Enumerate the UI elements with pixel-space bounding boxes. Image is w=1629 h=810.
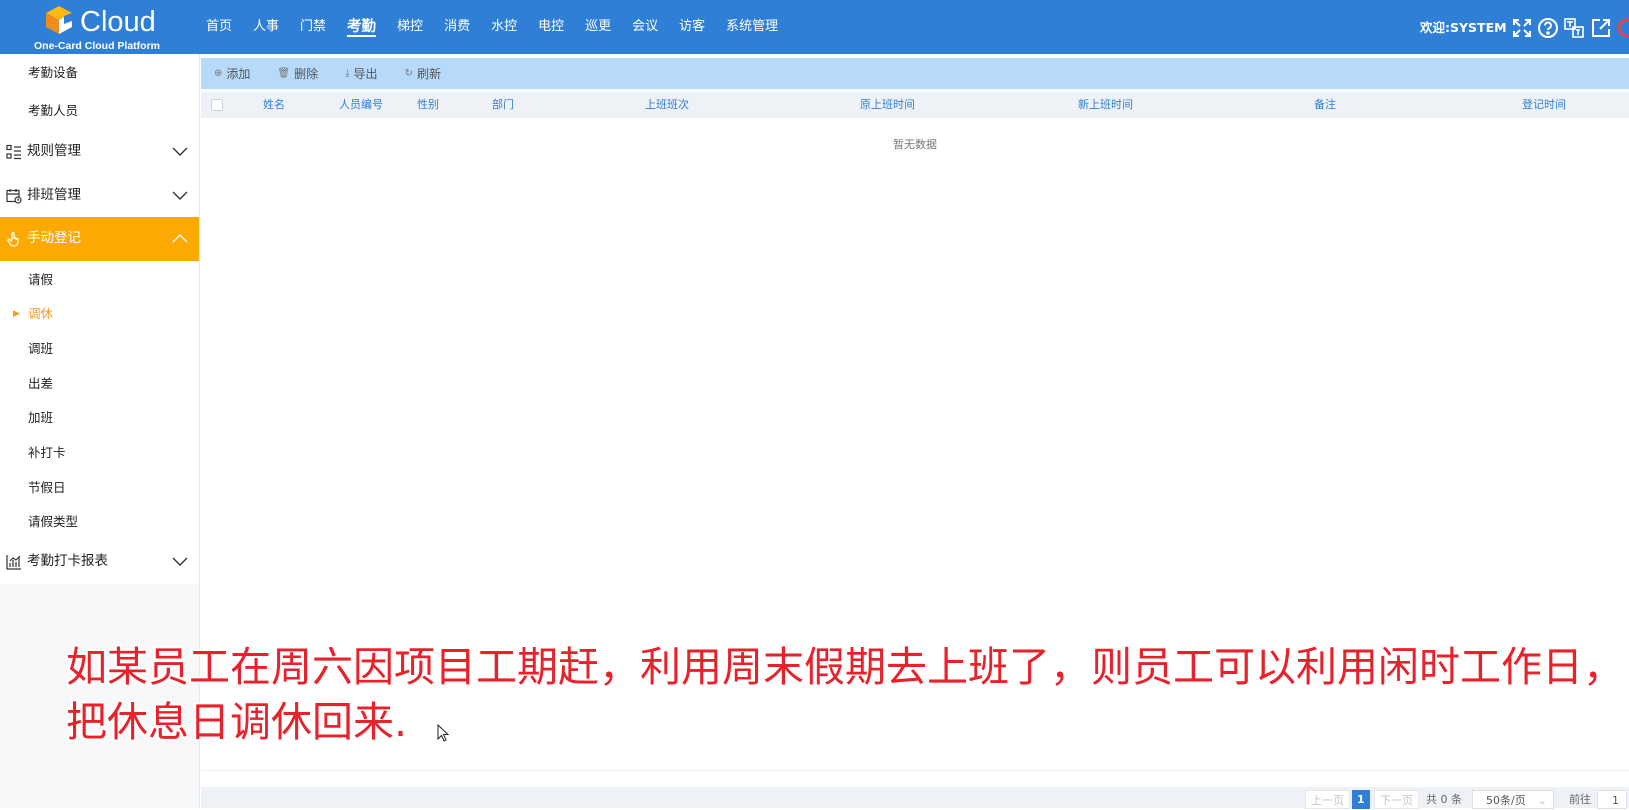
list-icon (6, 144, 21, 160)
table-header: 姓名 人员编号 性别 部门 上班班次 原上班时间 新上班时间 备注 登记时间 (201, 92, 1629, 118)
video-caption: 如某员工在周六因项目工期赶，利用周末假期去上班了，则员工可以利用闲时工作日， 把… (66, 640, 1624, 750)
delete-button-label: 删除 (294, 67, 319, 81)
column-header-staff-no[interactable]: 人员编号 (339, 92, 383, 118)
add-button[interactable]: ⊕ 添加 (214, 65, 250, 82)
goto-page-input[interactable]: 1 (1597, 790, 1627, 809)
sidebar-item-overtime[interactable]: 加班 (0, 401, 199, 436)
sidebar-top-items: 考勤设备 考勤人员 (0, 54, 199, 130)
sidebar-item-label: 调休 (28, 306, 54, 322)
column-header-remark[interactable]: 备注 (1314, 92, 1336, 118)
trash-icon: 🗑 (277, 68, 291, 79)
plus-circle-icon: ⊕ (214, 68, 223, 79)
brand-subtitle: One-Card Cloud Platform (34, 40, 161, 52)
external-link-icon[interactable] (1590, 17, 1612, 39)
nav-water[interactable]: 水控 (491, 0, 517, 54)
manual-register-submenu: 请假 ▶ 调休 调班 出差 加班 补打卡 节假日 请假类型 (0, 260, 199, 540)
chevron-down-icon: ⌄ (1537, 794, 1547, 807)
refresh-button[interactable]: ↻ 刷新 (405, 65, 441, 82)
caption-line-2: 把休息日调休回来. (66, 698, 408, 746)
chevron-up-icon (172, 234, 188, 243)
sidebar-group-manual-register[interactable]: 手动登记 (0, 217, 199, 261)
sidebar-item-leave-types[interactable]: 请假类型 (0, 505, 199, 540)
divider (201, 770, 1629, 771)
sidebar-item-compensatory-leave[interactable]: ▶ 调休 (0, 297, 199, 332)
sidebar-group-label: 手动登记 (27, 230, 81, 246)
calendar-icon (6, 188, 22, 204)
delete-button[interactable]: 🗑 删除 (277, 65, 318, 82)
nav-home[interactable]: 首页 (206, 0, 232, 54)
nav-electric[interactable]: 电控 (538, 0, 564, 54)
caption-line-1: 如某员工在周六因项目工期赶，利用周末假期去上班了，则员工可以利用闲时工作日， (66, 643, 1624, 691)
main-nav: 首页 人事 门禁 考勤 梯控 消费 水控 电控 巡更 会议 访客 系统管理 (206, 0, 799, 54)
nav-attendance[interactable]: 考勤 (347, 0, 377, 54)
sidebar-group-scheduling[interactable]: 排班管理 (0, 173, 199, 217)
top-bar: Cloud One-Card Cloud Platform 首页 人事 门禁 考… (0, 0, 1629, 54)
prev-page-button[interactable]: 上一页 (1305, 790, 1350, 809)
toolbar: ⊕ 添加 🗑 删除 ⤓ 导出 ↻ 刷新 (201, 58, 1629, 89)
mouse-cursor-icon (437, 724, 449, 742)
sidebar-group-label: 规则管理 (27, 143, 81, 159)
sidebar-group-label: 排班管理 (27, 186, 81, 203)
pagination: 上一页 1 下一页 共 0 条 50条/页 ⌄ 前往 1 (201, 787, 1629, 809)
column-header-new-time[interactable]: 新上班时间 (1078, 92, 1133, 118)
fullscreen-icon[interactable] (1511, 17, 1533, 39)
nav-visitor[interactable]: 访客 (679, 0, 705, 54)
goto-label: 前往 (1569, 793, 1591, 806)
column-header-register-time[interactable]: 登记时间 (1522, 92, 1566, 118)
column-header-original-time[interactable]: 原上班时间 (860, 92, 915, 118)
add-button-label: 添加 (226, 67, 251, 81)
next-page-button[interactable]: 下一页 (1374, 790, 1419, 809)
nav-meeting[interactable]: 会议 (632, 0, 658, 54)
download-icon: ⤓ (345, 68, 350, 79)
column-header-gender[interactable]: 性别 (417, 92, 439, 118)
sidebar-item-punch-supplement[interactable]: 补打卡 (0, 436, 199, 471)
sidebar-group-attendance-report[interactable]: 考勤打卡报表 (0, 540, 199, 584)
export-button[interactable]: ⤓ 导出 (345, 65, 377, 82)
chevron-down-icon (172, 191, 188, 200)
page-number-button[interactable]: 1 (1352, 790, 1370, 809)
logo[interactable]: Cloud One-Card Cloud Platform (34, 2, 164, 52)
refresh-icon: ↻ (404, 68, 413, 79)
caret-right-icon: ▶ (13, 309, 20, 320)
sidebar-item-leave[interactable]: 请假 (0, 263, 199, 298)
select-all-checkbox[interactable] (211, 99, 223, 111)
nav-hr[interactable]: 人事 (253, 0, 279, 54)
language-icon[interactable] (1563, 17, 1585, 39)
sidebar-group-label: 考勤打卡报表 (27, 553, 108, 569)
sidebar-item-holidays[interactable]: 节假日 (0, 471, 199, 506)
cube-logo-icon (46, 6, 72, 34)
brand-name: Cloud (80, 6, 156, 38)
page-size-value: 50条/页 (1486, 794, 1526, 807)
nav-system[interactable]: 系统管理 (726, 0, 778, 54)
export-button-label: 导出 (353, 67, 378, 81)
page-size-select[interactable]: 50条/页 ⌄ (1472, 790, 1554, 809)
sidebar-item-shift-swap[interactable]: 调班 (0, 332, 199, 367)
help-icon[interactable] (1537, 17, 1559, 39)
sidebar-item-attendance-device[interactable]: 考勤设备 (0, 54, 199, 92)
empty-state-text: 暂无数据 (893, 138, 937, 151)
column-header-name[interactable]: 姓名 (263, 92, 285, 118)
sidebar-group-rules[interactable]: 规则管理 (0, 130, 199, 174)
power-icon[interactable] (1616, 17, 1629, 39)
welcome-text: 欢迎:SYSTEM (1420, 20, 1507, 35)
hand-icon (7, 231, 19, 247)
nav-elevator[interactable]: 梯控 (397, 0, 423, 54)
sidebar-item-business-trip[interactable]: 出差 (0, 367, 199, 402)
nav-consumption[interactable]: 消费 (444, 0, 470, 54)
column-header-department[interactable]: 部门 (492, 92, 514, 118)
chart-icon (6, 555, 21, 570)
sidebar-item-attendance-staff[interactable]: 考勤人员 (0, 92, 199, 130)
chevron-down-icon (172, 557, 188, 566)
column-header-shift[interactable]: 上班班次 (645, 92, 689, 118)
chevron-down-icon (172, 147, 188, 156)
refresh-button-label: 刷新 (416, 67, 441, 81)
nav-access-control[interactable]: 门禁 (300, 0, 326, 54)
nav-patrol[interactable]: 巡更 (585, 0, 611, 54)
total-count: 共 0 条 (1426, 793, 1462, 806)
